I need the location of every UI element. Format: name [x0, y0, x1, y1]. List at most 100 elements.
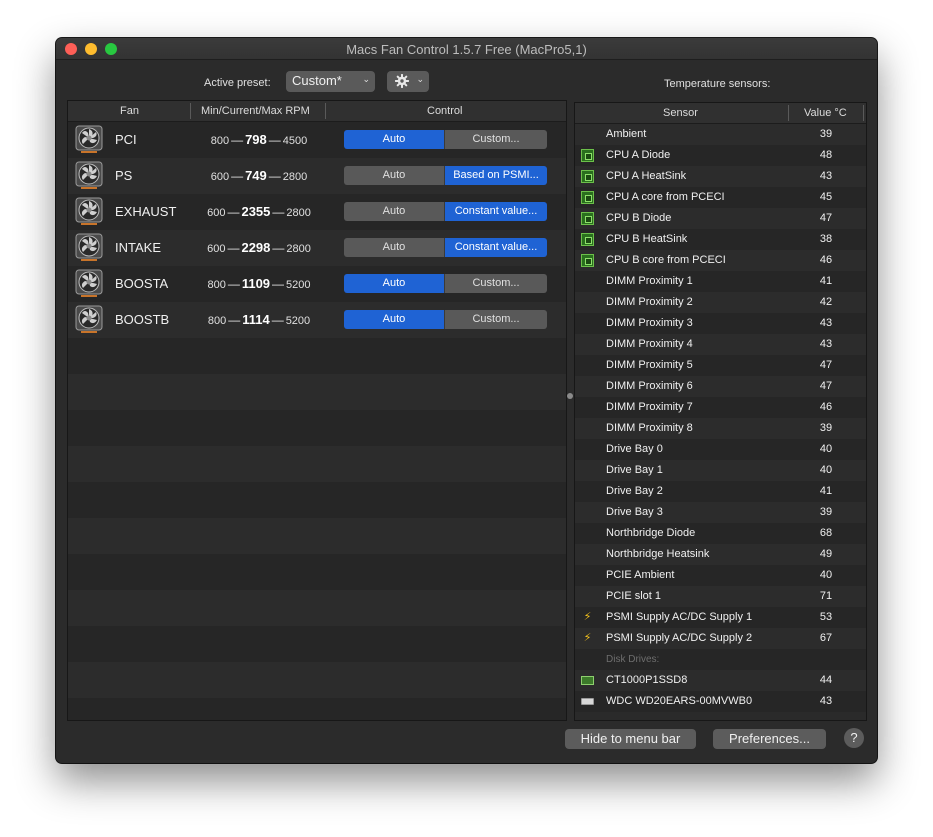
sensor-name: DIMM Proximity 4	[606, 338, 693, 350]
auto-control-button[interactable]: Auto	[344, 202, 445, 221]
power-bolt-icon: ⚡	[583, 632, 592, 644]
sensor-rows: Ambient 39 CPU A Diode 48 CPU A HeatSink 43 CP…	[575, 124, 866, 712]
custom-control-button[interactable]: Constant value...	[445, 238, 547, 257]
fan-name: PCI	[115, 132, 137, 147]
column-header-sensor[interactable]: Sensor	[663, 107, 698, 119]
sensor-table-header: Sensor Value °C	[575, 103, 866, 124]
rpm-dash: —	[268, 133, 281, 147]
sensor-row[interactable]: ⚡ PSMI Supply AC/DC Supply 2 67	[575, 628, 866, 649]
fan-name: PS	[115, 168, 133, 183]
sensor-row[interactable]: ⚡ PSMI Supply AC/DC Supply 1 53	[575, 607, 866, 628]
fan-min-rpm: 800	[210, 135, 230, 147]
sensor-name: CPU B HeatSink	[606, 233, 688, 245]
sensor-row[interactable]: CPU A Diode 48	[575, 145, 866, 166]
splitter-handle[interactable]	[567, 393, 573, 399]
auto-control-button[interactable]: Auto	[344, 166, 445, 185]
sensor-value: 43	[819, 170, 833, 182]
cpu-chip-icon	[581, 233, 594, 246]
fan-min-rpm: 800	[207, 315, 227, 327]
custom-control-button[interactable]: Custom...	[445, 274, 547, 293]
fan-row[interactable]: INTAKE 600—2298—2800 Auto Constant value...	[68, 230, 566, 266]
fan-row[interactable]: BOOSTA 800—1109—5200 Auto Custom...	[68, 266, 566, 302]
cpu-chip-icon	[581, 212, 594, 225]
sensor-value: 49	[819, 548, 833, 560]
sensor-name: Northbridge Diode	[606, 527, 696, 539]
sensor-row[interactable]: Drive Bay 1 40	[575, 460, 866, 481]
temperature-sensors-title: Temperature sensors:	[664, 78, 771, 90]
fan-current-rpm: 2298	[241, 240, 271, 255]
sensor-row[interactable]: DIMM Proximity 1 41	[575, 271, 866, 292]
sensor-row[interactable]: Northbridge Diode 68	[575, 523, 866, 544]
help-button[interactable]: ?	[844, 728, 864, 748]
sensor-row[interactable]: CPU A HeatSink 43	[575, 166, 866, 187]
preferences-button[interactable]: Preferences...	[713, 729, 826, 749]
custom-control-button[interactable]: Custom...	[445, 310, 547, 329]
sensor-row[interactable]: WDC WD20EARS-00MVWB0 43	[575, 691, 866, 712]
sensor-row[interactable]: PCIE slot 1 71	[575, 586, 866, 607]
auto-control-button[interactable]: Auto	[344, 130, 445, 149]
hide-to-menu-bar-button[interactable]: Hide to menu bar	[565, 729, 696, 749]
custom-control-button[interactable]: Custom...	[445, 130, 547, 149]
sensor-row[interactable]: DIMM Proximity 2 42	[575, 292, 866, 313]
fan-row[interactable]: EXHAUST 600—2355—2800 Auto Constant value..…	[68, 194, 566, 230]
sensor-row[interactable]: PCIE Ambient 40	[575, 565, 866, 586]
sensor-name: DIMM Proximity 2	[606, 296, 693, 308]
sensor-row[interactable]: CPU B core from PCECI 46	[575, 250, 866, 271]
sensor-row[interactable]: DIMM Proximity 6 47	[575, 376, 866, 397]
preset-actions-menu[interactable]: ⌄	[387, 71, 429, 92]
auto-control-button[interactable]: Auto	[344, 310, 445, 329]
custom-control-button[interactable]: Constant value...	[445, 202, 547, 221]
sensor-name: Drive Bay 3	[606, 506, 663, 518]
fan-current-rpm: 1114	[242, 312, 270, 327]
active-preset-select[interactable]: Custom* ⌄	[286, 71, 375, 92]
fan-row[interactable]: PCI 800—798—4500 Auto Custom...	[68, 122, 566, 158]
column-header-fan[interactable]: Fan	[120, 105, 139, 117]
sensor-row[interactable]: Drive Bay 0 40	[575, 439, 866, 460]
sensor-name: CPU A HeatSink	[606, 170, 687, 182]
sensor-name: DIMM Proximity 3	[606, 317, 693, 329]
column-header-value[interactable]: Value °C	[804, 107, 847, 119]
sensor-name: PSMI Supply AC/DC Supply 1	[606, 611, 753, 623]
sensor-row[interactable]: DIMM Proximity 8 39	[575, 418, 866, 439]
fan-icon	[75, 269, 103, 299]
sensor-row[interactable]: Ambient 39	[575, 124, 866, 145]
sensor-name: PCIE slot 1	[606, 590, 662, 602]
sensor-row[interactable]: CPU B HeatSink 38	[575, 229, 866, 250]
sensor-row[interactable]: Northbridge Heatsink 49	[575, 544, 866, 565]
sensor-row[interactable]: Drive Bay 3 39	[575, 502, 866, 523]
fan-row[interactable]: BOOSTB 800—1114—5200 Auto Custom...	[68, 302, 566, 338]
sensor-row[interactable]: CPU A core from PCECI 45	[575, 187, 866, 208]
column-header-rpm[interactable]: Min/Current/Max RPM	[201, 105, 310, 117]
empty-table-row	[68, 554, 566, 590]
sensor-row[interactable]: CT1000P1SSD8 44	[575, 670, 866, 691]
sensor-name: DIMM Proximity 7	[606, 401, 693, 413]
sensor-row[interactable]: DIMM Proximity 5 47	[575, 355, 866, 376]
empty-table-row	[68, 446, 566, 482]
fan-control-segmented: Auto Constant value...	[344, 202, 547, 221]
fan-name: BOOSTA	[115, 276, 169, 291]
fan-row[interactable]: PS 600—749—2800 Auto Based on PSMI...	[68, 158, 566, 194]
sensor-value: 42	[819, 296, 833, 308]
fan-rpm: 800—1114—5200	[194, 312, 324, 327]
auto-control-button[interactable]: Auto	[344, 274, 445, 293]
custom-control-button[interactable]: Based on PSMI...	[445, 166, 547, 185]
fan-icon	[75, 197, 103, 227]
rpm-dash: —	[268, 169, 281, 183]
column-header-control[interactable]: Control	[427, 105, 462, 117]
sensor-row[interactable]: DIMM Proximity 3 43	[575, 313, 866, 334]
sensor-row[interactable]: DIMM Proximity 7 46	[575, 397, 866, 418]
sensor-value: 39	[819, 128, 833, 140]
active-preset-label: Active preset:	[204, 77, 271, 89]
sensor-row[interactable]: DIMM Proximity 4 43	[575, 334, 866, 355]
sensor-name: DIMM Proximity 1	[606, 275, 693, 287]
auto-control-button[interactable]: Auto	[344, 238, 445, 257]
title-bar: Macs Fan Control 1.5.7 Free (MacPro5,1)	[56, 38, 877, 60]
sensor-name: CPU B core from PCECI	[606, 254, 726, 266]
rpm-dash: —	[228, 313, 241, 327]
empty-table-row	[68, 626, 566, 662]
sensor-row[interactable]: Drive Bay 2 41	[575, 481, 866, 502]
rpm-dash: —	[272, 277, 285, 291]
sensor-row[interactable]: CPU B Diode 47	[575, 208, 866, 229]
fan-control-segmented: Auto Based on PSMI...	[344, 166, 547, 185]
fan-icon	[75, 125, 103, 155]
